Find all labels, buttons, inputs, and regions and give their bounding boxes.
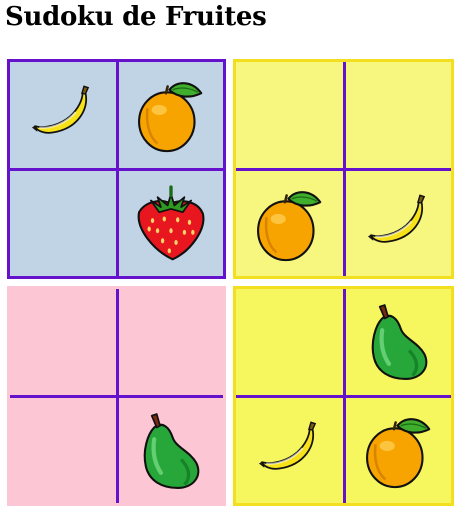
sudoku-cell[interactable] (10, 398, 116, 503)
sudoku-cell[interactable] (10, 171, 116, 276)
sudoku-cell[interactable] (119, 171, 223, 276)
sudoku-cell[interactable] (346, 171, 451, 276)
orange-icon (357, 409, 441, 493)
grid-divider-horizontal (236, 395, 451, 398)
banana-icon (255, 416, 325, 486)
orange-icon (129, 73, 213, 157)
orange-icon (248, 182, 332, 266)
pear-icon (129, 409, 213, 493)
sudoku-cell[interactable] (346, 398, 451, 503)
quadrant-bottom-right (233, 286, 454, 506)
grid-divider-horizontal (236, 168, 451, 171)
quadrant-top-right (233, 59, 454, 279)
strawberry-icon (129, 182, 213, 266)
grid-divider-horizontal (10, 395, 223, 398)
sudoku-cell[interactable] (10, 289, 116, 395)
grid-divider-horizontal (10, 168, 223, 171)
banana-icon (364, 189, 434, 259)
pear-icon (357, 300, 441, 384)
sudoku-cell[interactable] (236, 171, 343, 276)
sudoku-cell[interactable] (346, 62, 451, 168)
quadrant-bottom-left (7, 286, 226, 506)
quadrant-top-left (7, 59, 226, 279)
sudoku-cell[interactable] (10, 62, 116, 168)
sudoku-cell[interactable] (119, 289, 223, 395)
sudoku-cell[interactable] (236, 289, 343, 395)
sudoku-cell[interactable] (119, 62, 223, 168)
sudoku-cell[interactable] (119, 398, 223, 503)
page-title: Sudoku de Fruites (5, 2, 267, 32)
sudoku-cell[interactable] (346, 289, 451, 395)
banana-icon (28, 80, 98, 150)
sudoku-cell[interactable] (236, 62, 343, 168)
sudoku-cell[interactable] (236, 398, 343, 503)
